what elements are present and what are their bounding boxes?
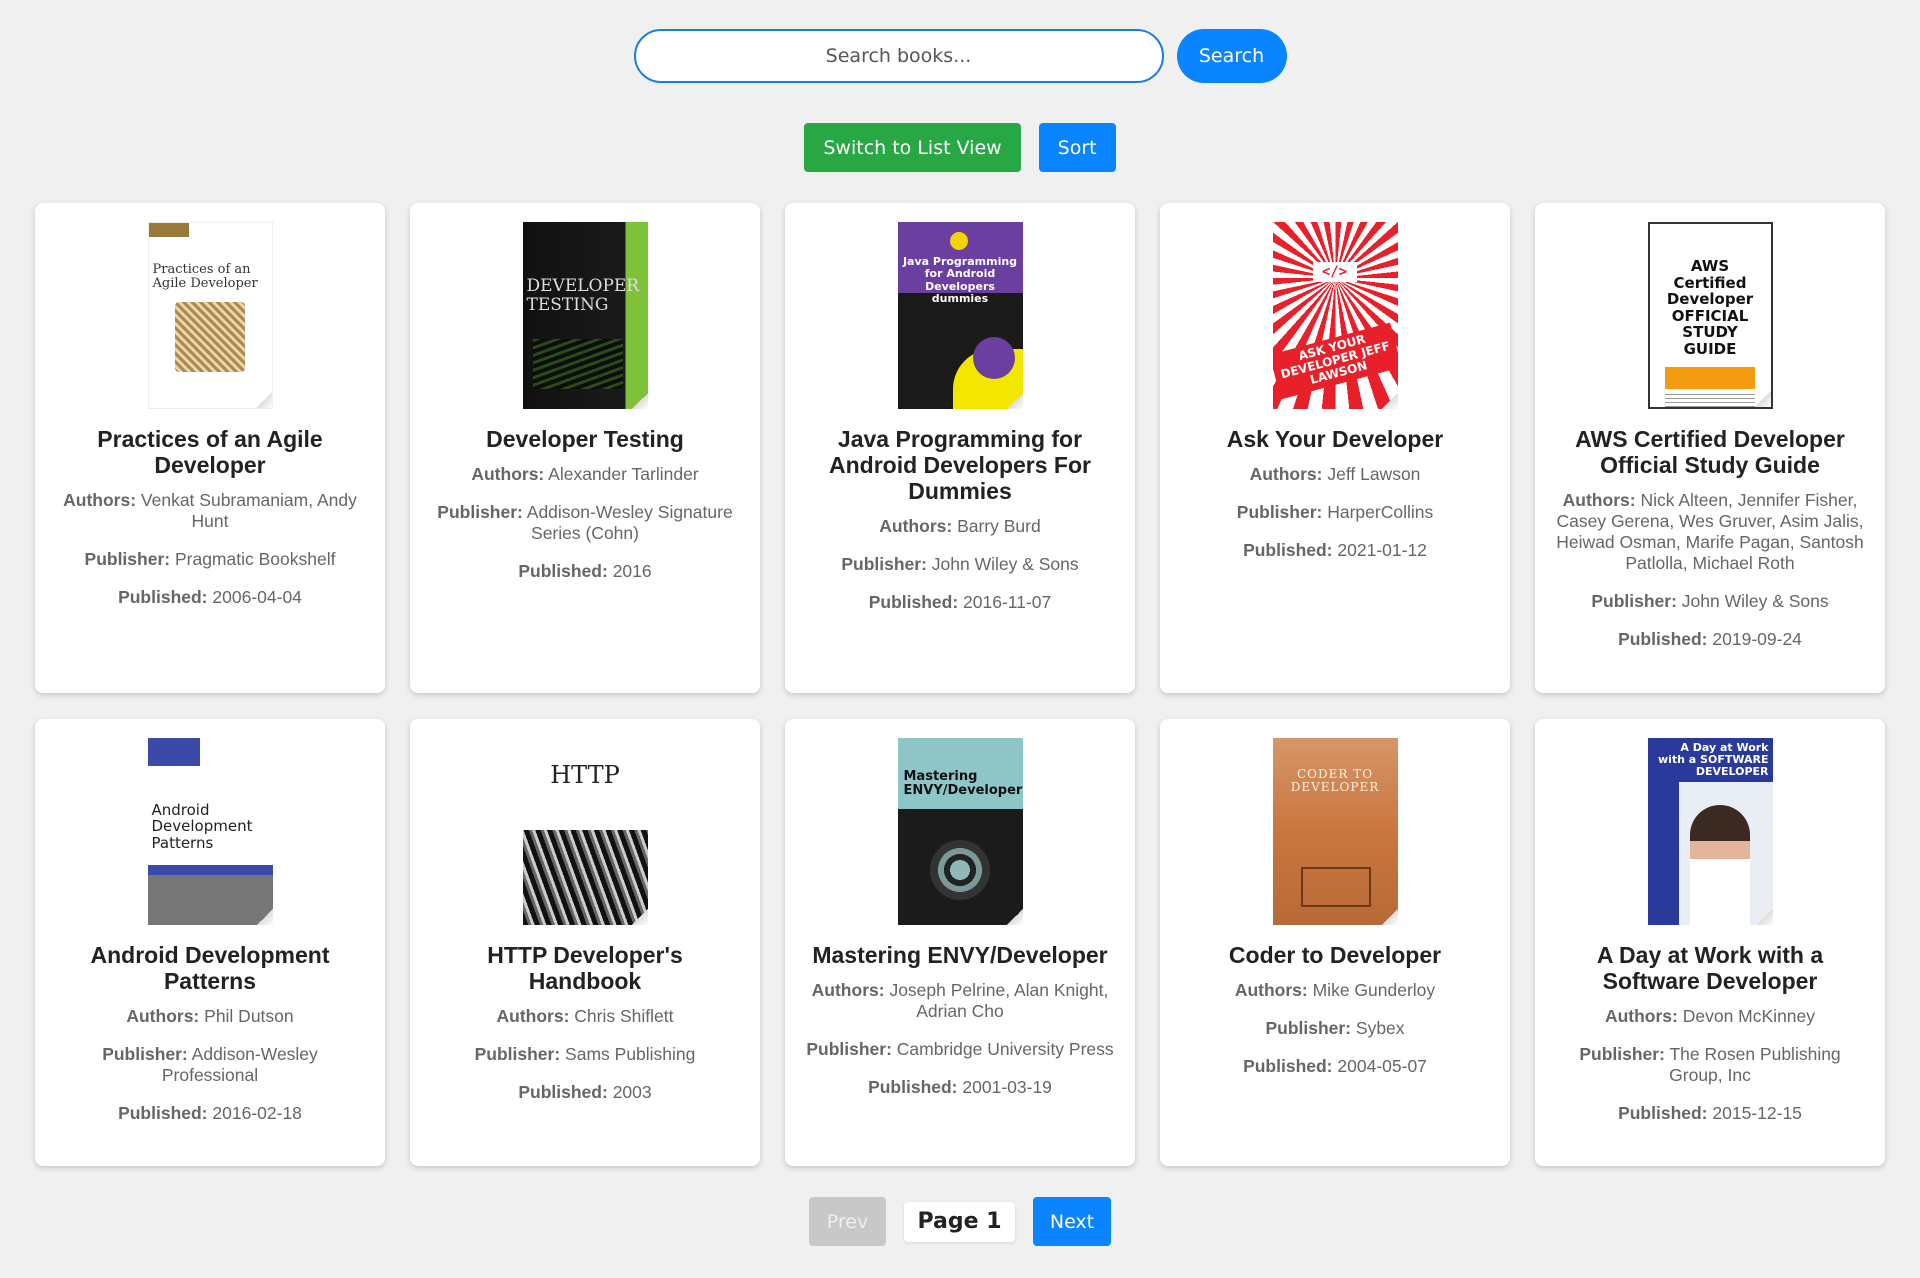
book-published: Published: 2001-03-19 xyxy=(868,1077,1052,1097)
book-card[interactable]: Practices of an Agile Developer Practice… xyxy=(35,203,385,693)
book-grid-row-2: Android Development Patterns Android Dev… xyxy=(35,719,1885,1166)
book-authors: Authors: Joseph Pelrine, Alan Knight, Ad… xyxy=(811,980,1109,1021)
book-published: Published: 2015-12-15 xyxy=(1618,1103,1802,1123)
book-card[interactable]: A Day at Work with a SOFTWARE DEVELOPER … xyxy=(1535,719,1885,1166)
book-publisher: Publisher: Sybex xyxy=(1265,1018,1405,1038)
book-title: Android Development Patterns xyxy=(90,942,330,994)
book-title: HTTP Developer's Handbook xyxy=(487,942,683,994)
book-publisher: Publisher: John Wiley & Sons xyxy=(1591,591,1829,611)
book-card[interactable]: Mastering ENVY/Developer Mastering ENVY/… xyxy=(785,719,1135,1166)
book-title: Coder to Developer xyxy=(1228,942,1442,968)
book-publisher: Publisher: Cambridge University Press xyxy=(806,1039,1114,1059)
book-cover: Practices of an Agile Developer xyxy=(147,222,273,409)
book-publisher: Publisher: Sams Publishing xyxy=(474,1044,696,1064)
search-bar: Search xyxy=(0,29,1920,83)
book-cover: HTTP xyxy=(522,738,648,925)
book-published: Published: 2019-09-24 xyxy=(1618,629,1802,649)
book-published: Published: 2006-04-04 xyxy=(118,587,302,607)
book-authors: Authors: Jeff Lawson xyxy=(1249,464,1421,484)
book-cover: Android Development Patterns xyxy=(147,738,273,925)
book-authors: Authors: Chris Shiflett xyxy=(496,1006,674,1026)
book-authors: Authors: Nick Alteen, Jennifer Fisher, C… xyxy=(1556,490,1864,573)
book-publisher: Publisher: The Rosen Publishing Group, I… xyxy=(1579,1044,1841,1085)
book-title: AWS Certified Developer Official Study G… xyxy=(1575,426,1845,478)
book-authors: Authors: Alexander Tarlinder xyxy=(471,464,699,484)
book-published: Published: 2016 xyxy=(518,561,652,581)
book-cover: Java Programming for Android Developers … xyxy=(897,222,1023,409)
search-button[interactable]: Search xyxy=(1176,29,1287,83)
book-card[interactable]: Java Programming for Android Developers … xyxy=(785,203,1135,693)
book-title: A Day at Work with a Software Developer xyxy=(1596,942,1824,994)
book-published: Published: 2016-11-07 xyxy=(868,592,1052,612)
page-indicator: Page 1 xyxy=(904,1201,1015,1242)
book-publisher: Publisher: Addison-Wesley Professional xyxy=(102,1044,318,1085)
book-title: Developer Testing xyxy=(486,426,684,452)
book-authors: Authors: Venkat Subramaniam, Andy Hunt xyxy=(63,490,357,531)
book-published: Published: 2016-02-18 xyxy=(118,1103,302,1123)
book-grid: Practices of an Agile Developer Practice… xyxy=(35,203,1885,693)
book-publisher: Publisher: HarperCollins xyxy=(1236,502,1434,522)
book-card[interactable]: DEVELOPER TESTING Developer Testing Auth… xyxy=(410,203,760,693)
prev-page-button[interactable]: Prev xyxy=(809,1197,886,1246)
book-cover: A Day at Work with a SOFTWARE DEVELOPER xyxy=(1647,738,1773,925)
book-publisher: Publisher: Addison-Wesley Signature Seri… xyxy=(437,502,733,543)
search-input[interactable] xyxy=(633,29,1164,83)
view-controls: Switch to List View Sort xyxy=(0,123,1920,172)
book-authors: Authors: Barry Burd xyxy=(879,516,1041,536)
book-cover: DEVELOPER TESTING xyxy=(522,222,648,409)
book-cover: </> ASK YOUR DEVELOPER JEFF LAWSON xyxy=(1272,222,1398,409)
book-card[interactable]: AWS Certified Developer OFFICIAL STUDY G… xyxy=(1535,203,1885,693)
book-title: Mastering ENVY/Developer xyxy=(812,942,1108,968)
book-card[interactable]: Android Development Patterns Android Dev… xyxy=(35,719,385,1166)
book-published: Published: 2003 xyxy=(518,1082,652,1102)
book-card[interactable]: HTTP HTTP Developer's Handbook Authors: … xyxy=(410,719,760,1166)
book-card[interactable]: CODER TO DEVELOPER Coder to Developer Au… xyxy=(1160,719,1510,1166)
book-published: Published: 2021-01-12 xyxy=(1243,540,1427,560)
next-page-button[interactable]: Next xyxy=(1033,1197,1111,1246)
book-title: Ask Your Developer xyxy=(1226,426,1444,452)
sort-button[interactable]: Sort xyxy=(1038,123,1116,172)
switch-view-button[interactable]: Switch to List View xyxy=(804,123,1021,172)
book-publisher: Publisher: John Wiley & Sons xyxy=(841,554,1079,574)
pagination: Prev Page 1 Next xyxy=(0,1197,1920,1246)
book-authors: Authors: Mike Gunderloy xyxy=(1234,980,1436,1000)
book-publisher: Publisher: Pragmatic Bookshelf xyxy=(84,549,336,569)
book-title: Java Programming for Android Developers … xyxy=(829,426,1091,504)
book-published: Published: 2004-05-07 xyxy=(1243,1056,1427,1076)
book-cover: CODER TO DEVELOPER xyxy=(1272,738,1398,925)
book-authors: Authors: Devon McKinney xyxy=(1604,1006,1816,1026)
book-card[interactable]: </> ASK YOUR DEVELOPER JEFF LAWSON Ask Y… xyxy=(1160,203,1510,693)
book-authors: Authors: Phil Dutson xyxy=(126,1006,294,1026)
book-title: Practices of an Agile Developer xyxy=(97,426,323,478)
book-cover: AWS Certified Developer OFFICIAL STUDY G… xyxy=(1647,222,1773,409)
book-cover: Mastering ENVY/Developer xyxy=(897,738,1023,925)
